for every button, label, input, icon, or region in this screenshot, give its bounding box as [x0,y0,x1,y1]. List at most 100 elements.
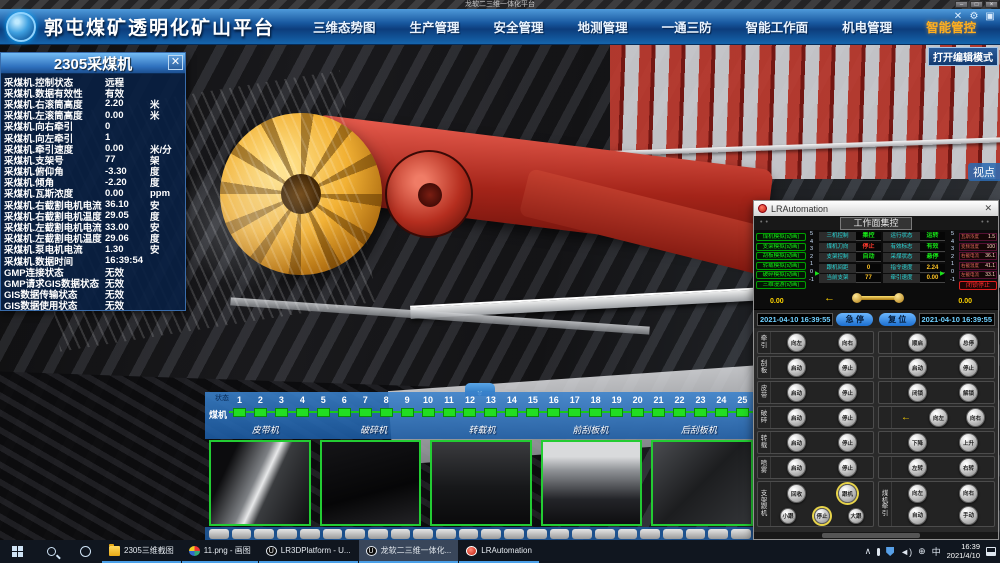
support-status-square[interactable] [359,408,372,417]
control-knob-button[interactable]: 向右 [966,408,985,427]
support-thumbnail[interactable] [481,529,501,539]
taskbar-clock[interactable]: 16:39 2021/4/10 [947,543,980,560]
motor-display[interactable]: 右截温度 41.1 [959,262,997,270]
minimize-button[interactable]: – [955,1,968,8]
control-knob-button[interactable]: 启动 [787,433,806,452]
simulation-button[interactable]: 转载模拟(动画) [756,262,806,270]
support-thumbnail[interactable] [663,529,683,539]
support-thumbnail[interactable] [708,529,728,539]
support-status-square[interactable] [422,408,435,417]
taskbar-task[interactable]: 2305三维截图 [102,540,181,563]
camera-feed[interactable] [651,440,753,526]
control-knob-button[interactable]: 右转 [959,458,978,477]
support-thumbnail[interactable] [232,529,252,539]
support-thumbnail[interactable] [345,529,365,539]
support-thumbnail[interactable] [436,529,456,539]
control-knob-button[interactable]: 停止 [838,358,857,377]
taskbar-task[interactable]: U LR3DPlatform - U... [259,540,358,563]
support-status-square[interactable] [233,408,246,417]
estop-button[interactable]: 急 停 [836,313,873,326]
control-knob-button[interactable]: 下降 [908,433,927,452]
support-thumbnail[interactable] [640,529,660,539]
control-knob-button[interactable]: 解锁 [959,383,978,402]
support-status-square[interactable] [380,408,393,417]
nav-item[interactable]: 一通三防 [662,17,712,36]
support-thumbnail[interactable] [368,529,388,539]
control-knob-button[interactable]: 手动 [959,506,978,525]
lrautomation-close-icon[interactable]: ✕ [982,203,994,214]
taskbar-task[interactable]: LRAutomation [459,540,539,563]
control-knob-button[interactable]: 启动 [787,458,806,477]
support-thumbnail[interactable] [550,529,570,539]
support-thumbnail[interactable] [527,529,547,539]
control-knob-button[interactable]: 大跟 [848,508,864,524]
cortana-button[interactable] [68,540,102,563]
motor-display[interactable]: 左截电流 33.1 [959,271,997,279]
support-thumbnail[interactable] [731,529,751,539]
security-shield-icon[interactable] [886,547,894,556]
control-knob-button[interactable]: 停止 [838,433,857,452]
support-thumbnail[interactable] [686,529,706,539]
simulation-button[interactable]: 煤机模拟(动画) [756,233,806,241]
workface-control-tab[interactable]: 工作面集控 [840,217,911,230]
support-status-square[interactable] [484,408,497,417]
support-status-square[interactable] [673,408,686,417]
network-icon[interactable]: ⊕ [918,546,926,557]
support-status-square[interactable] [443,408,456,417]
lrautomation-scrollbar[interactable] [754,532,998,539]
control-knob-button[interactable]: 向右 [959,484,978,503]
taskbar-task[interactable]: U 龙软二三维一体化... [359,540,459,563]
support-status-square[interactable] [296,408,309,417]
support-thumbnail[interactable] [391,529,411,539]
taskbar-search[interactable] [34,540,68,563]
support-status-square[interactable] [736,408,749,417]
support-status-square[interactable] [275,408,288,417]
nav-item[interactable]: 安全管理 [494,17,544,36]
control-knob-button[interactable]: 向右 [838,333,857,352]
ime-indicator[interactable]: 中 [932,545,941,558]
telemetry-close-icon[interactable]: ✕ [168,55,183,70]
viewpoint-tab[interactable]: 视点 [968,163,1000,181]
support-status-square[interactable] [401,408,414,417]
support-thumbnail[interactable] [323,529,343,539]
nav-item[interactable]: 机电管理 [842,17,892,36]
support-status-square[interactable] [254,408,267,417]
support-status-square[interactable] [715,408,728,417]
support-status-square[interactable] [317,408,330,417]
motor-display[interactable]: 变频温度 100 [959,243,997,251]
support-thumbnail[interactable] [209,529,229,539]
control-knob-button[interactable]: 左转 [908,458,927,477]
support-status-square[interactable] [463,408,476,417]
nav-item[interactable]: 生产管理 [410,17,460,36]
support-thumbnail[interactable] [572,529,592,539]
camera-feed[interactable] [430,440,532,526]
support-status-square[interactable] [589,408,602,417]
support-status-square[interactable] [610,408,623,417]
control-knob-button[interactable]: 跟机 [838,484,857,503]
support-thumbnail[interactable] [413,529,433,539]
camera-feed[interactable] [320,440,422,526]
control-knob-button[interactable]: 启动 [908,358,927,377]
volume-icon[interactable]: ◄) [900,547,912,557]
control-knob-button[interactable]: 自动 [908,506,927,525]
control-knob-button[interactable]: 上升 [959,433,978,452]
notification-center-icon[interactable] [986,547,996,556]
control-knob-button[interactable]: 停止 [838,458,857,477]
support-thumbnail[interactable] [277,529,297,539]
control-knob-button[interactable]: 启动 [787,408,806,427]
simulation-button[interactable]: 支架模拟(动画) [756,243,806,251]
control-knob-button[interactable]: 停止 [838,383,857,402]
control-knob-button[interactable]: 小跟 [780,508,796,524]
usb-device-icon[interactable] [877,548,880,556]
control-knob-button[interactable]: 停止 [959,358,978,377]
control-knob-button[interactable]: 顺启 [908,333,927,352]
reset-button[interactable]: 复 位 [879,313,916,326]
camera-feed[interactable] [541,440,643,526]
support-status-square[interactable] [568,408,581,417]
control-knob-button[interactable]: 闭锁 [908,383,927,402]
start-button[interactable] [0,540,34,563]
motor-display[interactable]: 瓦斯浓度 1.5 [959,233,997,241]
support-status-square[interactable] [526,408,539,417]
support-thumbnail[interactable] [504,529,524,539]
nav-item[interactable]: 三维态势图 [313,17,376,36]
